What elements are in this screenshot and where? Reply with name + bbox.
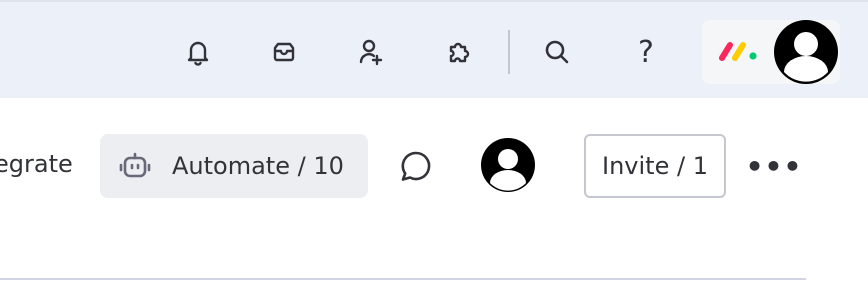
help-glyph: ? — [638, 34, 654, 70]
monday-logo — [719, 42, 757, 61]
bell-icon[interactable] — [176, 30, 220, 74]
apps-icon[interactable] — [437, 30, 481, 74]
board-member-avatar[interactable] — [481, 138, 535, 192]
automate-button[interactable]: Automate / 10 — [100, 134, 368, 198]
more-options-button[interactable]: ••• — [746, 148, 802, 184]
integrate-label: egrate — [0, 150, 73, 178]
account-menu[interactable] — [702, 20, 840, 84]
user-avatar[interactable] — [774, 20, 838, 84]
topbar-divider — [508, 30, 510, 74]
header-divider — [0, 278, 806, 280]
invite-label: Invite / 1 — [602, 152, 708, 180]
invite-button[interactable]: Invite / 1 — [584, 134, 726, 198]
search-icon[interactable] — [535, 30, 579, 74]
board-header: egrate Automate / 10 Invite / 1 ••• — [0, 98, 868, 282]
updates-chat-icon[interactable] — [396, 146, 436, 186]
help-icon[interactable]: ? — [624, 30, 668, 74]
invite-members-icon[interactable] — [349, 30, 393, 74]
inbox-icon[interactable] — [262, 30, 306, 74]
integrate-button[interactable]: egrate — [0, 150, 73, 178]
automate-label: Automate / 10 — [172, 152, 344, 180]
top-navigation-bar: ? — [0, 0, 868, 98]
more-options-icon: ••• — [745, 149, 803, 183]
robot-icon — [119, 152, 151, 178]
